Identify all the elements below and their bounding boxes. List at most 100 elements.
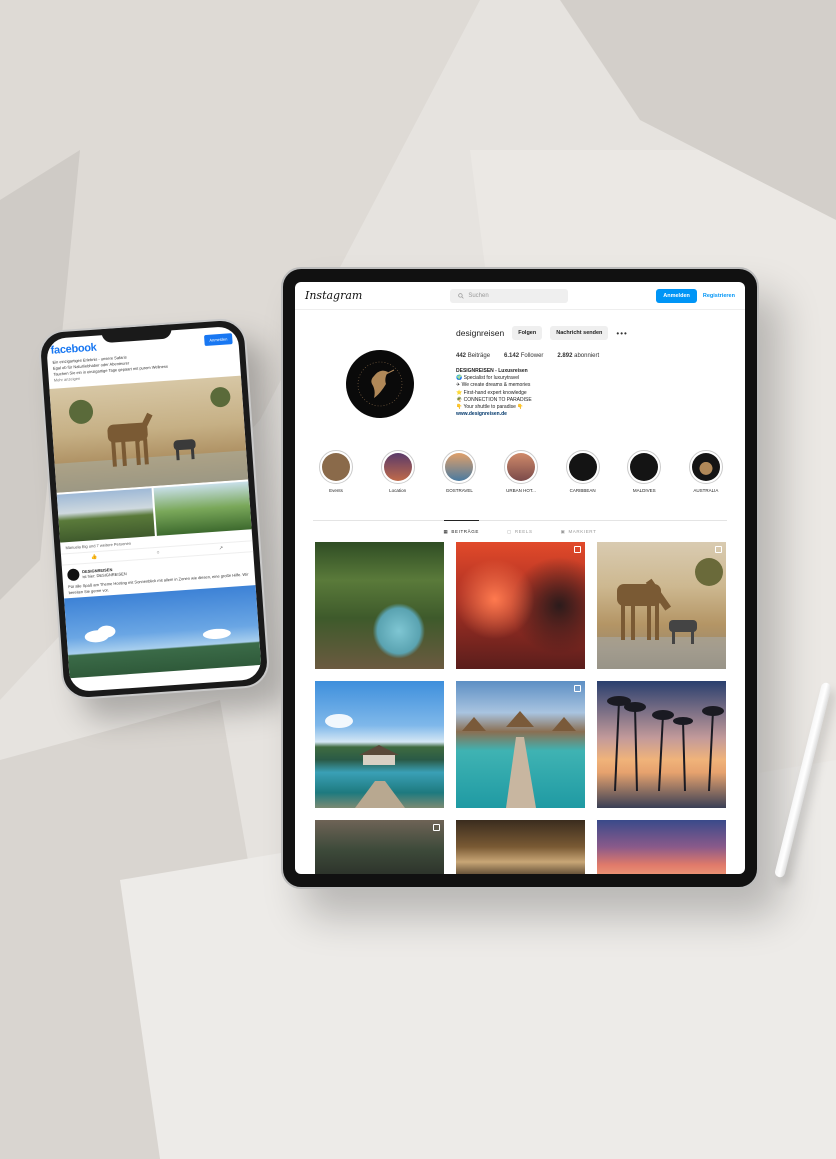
clouds-illustration	[84, 625, 231, 643]
followers-stat[interactable]: 6.142 Follower	[504, 353, 543, 359]
tab-posts[interactable]: ▦ BEITRÄGE	[443, 520, 479, 542]
post-grid	[295, 542, 745, 874]
highlight-location-image	[383, 453, 412, 481]
highlight-location[interactable]: Location	[375, 450, 421, 520]
palm-trees-scene	[607, 696, 724, 792]
grid-icon: ▦	[443, 528, 449, 534]
highlight-label: AUSTRALIA	[693, 488, 719, 493]
share-icon[interactable]: ↗	[219, 545, 224, 551]
designreisen-avatar[interactable]	[66, 568, 80, 582]
posts-count: 442	[456, 353, 467, 359]
highlight-cover	[688, 450, 723, 484]
facebook-screen: facebook Anmelden Ein einzigartiges Erle…	[45, 325, 263, 693]
post-train[interactable]	[456, 820, 585, 874]
more-options-icon[interactable]: •••	[616, 329, 627, 338]
highlight-maldives[interactable]: MALDIVES	[621, 450, 667, 520]
register-link[interactable]: Registrieren	[703, 293, 735, 299]
tab-posts-label: BEITRÄGE	[451, 529, 479, 534]
overwater-villas-scene	[462, 711, 576, 808]
multiple-photos-icon	[715, 546, 722, 553]
following-count: 2.892	[557, 353, 573, 359]
highlight-cover	[627, 450, 662, 484]
highlight-australia-image	[691, 453, 720, 481]
search-input[interactable]: Suchen	[450, 288, 569, 303]
profile-bio: DESIGNREISEN - Luxusreisen 🌍 Specialist …	[456, 368, 726, 418]
sky-photo[interactable]	[64, 585, 262, 679]
bio-line-3: ⭐ First-hand expert knowledge	[456, 389, 527, 396]
facebook-logo[interactable]: facebook	[50, 342, 97, 357]
post-party[interactable]	[456, 542, 585, 669]
instagram-screen: Instagram Suchen Anmelden Registrieren d…	[295, 282, 745, 874]
garden-photo[interactable]	[153, 481, 252, 536]
post-giraffe[interactable]	[597, 542, 726, 669]
reels-icon: ▢	[506, 528, 512, 534]
giraffe-photo[interactable]	[49, 375, 249, 493]
posts-label: Beiträge	[467, 353, 491, 359]
multiple-photos-icon	[574, 685, 581, 692]
website-link[interactable]: www.designreisen.de	[456, 411, 726, 418]
tab-reels-label: REELS	[514, 529, 533, 534]
follow-button[interactable]: Folgen	[512, 326, 543, 340]
search-placeholder: Suchen	[468, 292, 489, 299]
highlight-caribbean[interactable]: CARIBBEAN	[560, 450, 606, 520]
highlight-gostravel[interactable]: GOSTRAVEL	[436, 450, 482, 520]
profile-header: designreisen Folgen Nachricht senden •••…	[295, 310, 745, 450]
bio-line-4: 🌴 CONNECTION TO PARADISE	[456, 396, 532, 403]
highlight-cover	[380, 450, 415, 484]
comment-icon[interactable]: ○	[156, 550, 159, 556]
bio-line-5: 👇 Your shuttle to paradise 👇	[456, 404, 524, 411]
multiple-photos-icon	[433, 824, 440, 831]
tablet-device: Instagram Suchen Anmelden Registrieren d…	[281, 267, 759, 889]
villa-scene	[325, 714, 405, 808]
message-button[interactable]: Nachricht senden	[550, 326, 609, 340]
post-sunset[interactable]	[597, 820, 726, 874]
followers-count: 6.142	[504, 353, 520, 359]
followers-label: Follower	[520, 353, 544, 359]
profile-tabs: ▦ BEITRÄGE ▢ REELS ▣ MARKIERT	[313, 520, 727, 542]
post-resort[interactable]	[315, 542, 444, 669]
profile-picture[interactable]	[346, 350, 414, 418]
highlight-maldives-image	[630, 453, 659, 481]
bio-line-2: ✈ We create dreams & memories	[456, 382, 531, 389]
highlight-cover	[442, 450, 477, 484]
instagram-logo[interactable]: Instagram	[305, 289, 362, 302]
highlight-urban-image	[506, 453, 535, 481]
highlight-label: GOSTRAVEL	[445, 488, 473, 493]
reel-icon	[574, 546, 581, 553]
highlight-events-image	[322, 453, 350, 481]
like-icon[interactable]: 👍	[91, 554, 98, 560]
tagged-icon: ▣	[560, 528, 566, 534]
bio-line-1: 🌍 Specialist for luxurytravel	[456, 375, 520, 382]
highlight-australia[interactable]: AUSTRALIA	[683, 450, 729, 520]
post-palms[interactable]	[597, 681, 726, 808]
posts-stat: 442 Beiträge	[456, 353, 490, 359]
highlight-caribbean-image	[568, 453, 597, 481]
following-stat[interactable]: 2.892 abonniert	[557, 353, 599, 359]
tab-tagged-label: MARKIERT	[568, 529, 597, 534]
instagram-topbar: Instagram Suchen Anmelden Registrieren	[295, 282, 745, 310]
auth-buttons: Anmelden Registrieren	[656, 288, 735, 303]
highlight-gostravel-image	[445, 453, 474, 481]
highlight-cover	[319, 450, 353, 484]
login-button[interactable]: Anmelden	[656, 288, 697, 303]
highlight-events[interactable]: Events	[313, 450, 359, 520]
highlight-label: MALDIVES	[632, 488, 656, 493]
following-label: abonniert	[574, 353, 600, 359]
highlight-label: Events	[329, 488, 343, 493]
hummingbird-logo-icon	[357, 361, 403, 407]
post-jetty[interactable]	[456, 681, 585, 808]
resort-photo[interactable]	[56, 488, 155, 543]
post-villa[interactable]	[315, 681, 444, 808]
facebook-login-button[interactable]: Anmelden	[203, 332, 233, 346]
highlight-label: Location	[389, 488, 407, 493]
highlight-label: URBAN HOT...	[506, 488, 536, 493]
tab-tagged[interactable]: ▣ MARKIERT	[561, 529, 597, 535]
profile-username: designreisen	[456, 328, 505, 338]
search-icon	[458, 292, 464, 299]
giraffe-illustration	[54, 387, 249, 493]
highlight-urban-hotels[interactable]: URBAN HOT...	[498, 450, 544, 520]
tab-reels[interactable]: ▢ REELS	[507, 529, 533, 535]
post-lounge[interactable]	[315, 820, 444, 874]
highlight-cover	[503, 450, 538, 484]
smartphone-device: facebook Anmelden Ein einzigartiges Erle…	[37, 317, 271, 701]
